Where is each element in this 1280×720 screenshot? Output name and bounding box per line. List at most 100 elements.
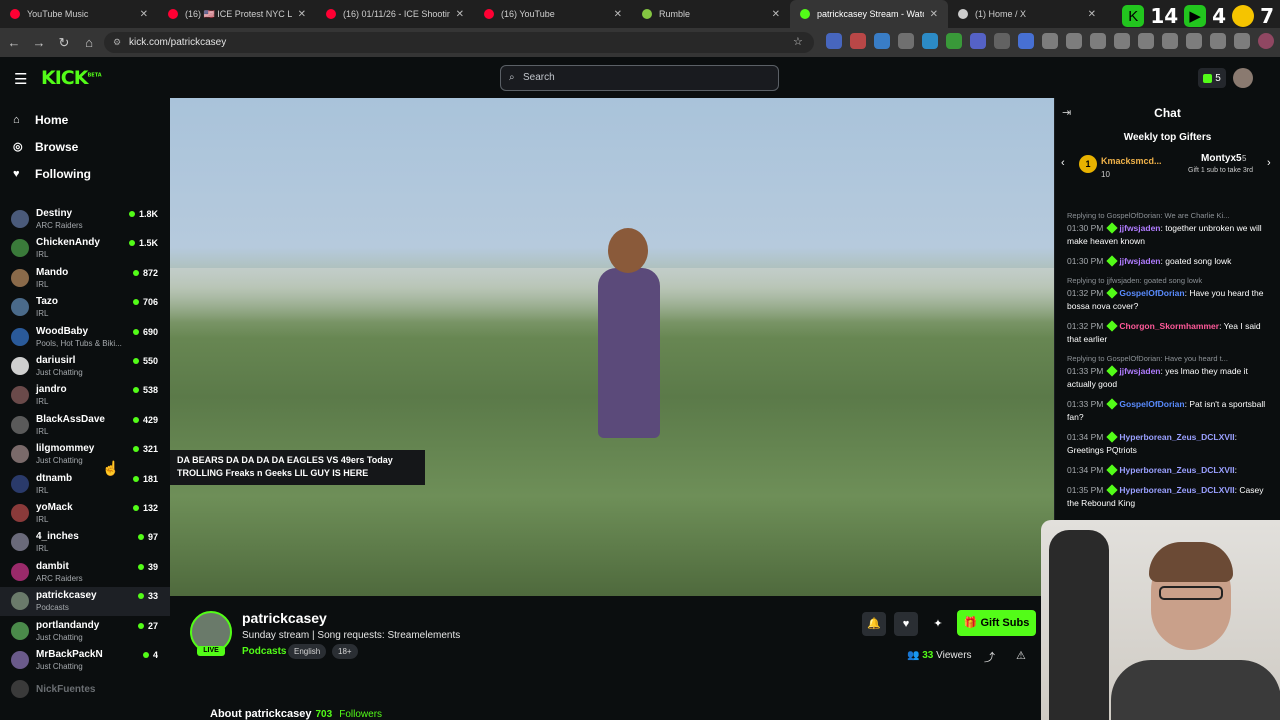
- reply-context[interactable]: Replying to GospelOfDorian: Have you hea…: [1067, 353, 1273, 364]
- sidebar-channel[interactable]: WoodBaby Pools, Hot Tubs & Biki... 690: [0, 323, 170, 352]
- extension-icon[interactable]: [922, 33, 938, 49]
- category-link[interactable]: Podcasts: [242, 646, 286, 657]
- gifter-name[interactable]: Montyx5: [1201, 153, 1242, 164]
- sidebar-channel[interactable]: ChickenAndy IRL 1.5K: [0, 234, 170, 263]
- extension-icon[interactable]: [1210, 33, 1226, 49]
- sidebar-channel[interactable]: MrBackPackN Just Chatting 4: [0, 646, 170, 675]
- sidebar-channel[interactable]: Destiny ARC Raiders 1.8K: [0, 205, 170, 234]
- browser-tab[interactable]: (1) Home / X ✕: [948, 0, 1106, 28]
- extension-icon[interactable]: [850, 33, 866, 49]
- follow-heart-button[interactable]: ♥: [894, 612, 918, 636]
- tag-language[interactable]: English: [288, 644, 327, 659]
- tag-age[interactable]: 18+: [332, 644, 358, 659]
- message-username[interactable]: jjfwsjaden: [1119, 256, 1160, 266]
- sidebar-nav-following[interactable]: ♥ Following: [0, 160, 170, 187]
- sidebar-channel[interactable]: patrickcasey Podcasts 33: [0, 587, 170, 617]
- extension-icon[interactable]: [898, 33, 914, 49]
- sparkle-button[interactable]: ✦: [926, 612, 950, 636]
- message-username[interactable]: GospelOfDorian: [1119, 288, 1184, 298]
- message-username[interactable]: Chorgon_Skormhammer: [1119, 321, 1219, 331]
- extension-icon[interactable]: [1018, 33, 1034, 49]
- user-avatar[interactable]: [1233, 68, 1253, 88]
- close-tab-icon[interactable]: ✕: [1088, 9, 1096, 20]
- collapse-chat-icon[interactable]: ⇥: [1062, 106, 1071, 119]
- sidebar-channel[interactable]: NickFuentes: [0, 675, 170, 704]
- extension-icon[interactable]: [994, 33, 1010, 49]
- extension-icon[interactable]: [1090, 33, 1106, 49]
- extension-icon[interactable]: [1234, 33, 1250, 49]
- extension-icon[interactable]: [970, 33, 986, 49]
- message-username[interactable]: Hyperborean_Zeus_DCLXVII: [1119, 465, 1234, 475]
- extension-icon[interactable]: [1042, 33, 1058, 49]
- extension-icon[interactable]: [1186, 33, 1202, 49]
- browser-tab[interactable]: patrickcasey Stream - Watch ✕: [790, 0, 948, 28]
- message-username[interactable]: jjfwsjaden: [1119, 223, 1160, 233]
- extension-icon[interactable]: [874, 33, 890, 49]
- extension-icon[interactable]: [1138, 33, 1154, 49]
- back-icon[interactable]: ←: [3, 35, 25, 50]
- close-tab-icon[interactable]: ✕: [298, 9, 306, 20]
- kick-extension-icon[interactable]: K: [1122, 5, 1145, 27]
- menu-icon[interactable]: ☰: [14, 70, 27, 88]
- compass-icon: ◎: [13, 141, 23, 153]
- channel-name[interactable]: patrickcasey: [242, 610, 327, 626]
- sidebar-channel[interactable]: lilgmommey Just Chatting 321: [0, 440, 170, 469]
- reload-icon[interactable]: ↻: [53, 35, 75, 51]
- kick-logo[interactable]: KICKBETA: [41, 67, 102, 89]
- gift-subs-button[interactable]: 🎁 Gift Subs: [957, 610, 1036, 636]
- sidebar-channel[interactable]: dtnamb IRL 181: [0, 470, 170, 499]
- gifter-name[interactable]: Kmacksmcd...: [1101, 156, 1162, 166]
- browser-tab[interactable]: (16) 🇺🇸 ICE Protest NYC LA Min ✕: [158, 0, 316, 28]
- bookmark-star-icon[interactable]: ☆: [793, 35, 803, 48]
- sidebar-nav-browse[interactable]: ◎ Browse: [0, 133, 170, 160]
- close-tab-icon[interactable]: ✕: [614, 9, 622, 20]
- sidebar-channel[interactable]: Tazo IRL 706: [0, 293, 170, 322]
- forward-icon[interactable]: →: [28, 35, 50, 50]
- reply-context[interactable]: Replying to GospelOfDorian: We are Charl…: [1067, 210, 1273, 221]
- browser-tab[interactable]: (16) YouTube ✕: [474, 0, 632, 28]
- home-button-icon[interactable]: ⌂: [78, 35, 100, 50]
- rumble-extension-icon[interactable]: ▶: [1184, 5, 1207, 27]
- profile-avatar-icon[interactable]: [1258, 33, 1274, 49]
- share-icon[interactable]: ⤴: [984, 649, 995, 665]
- browser-tab[interactable]: Rumble ✕: [632, 0, 790, 28]
- sidebar-channel[interactable]: yoMack IRL 132: [0, 499, 170, 528]
- search-input[interactable]: ⌕ Search: [500, 65, 779, 91]
- kick-points-badge[interactable]: 5: [1198, 68, 1226, 88]
- browser-tab[interactable]: (16) 01/11/26 - ICE Shooting Pr ✕: [316, 0, 474, 28]
- site-info-icon[interactable]: ⚙: [113, 32, 121, 53]
- browser-tab[interactable]: YouTube Music ✕: [0, 0, 158, 28]
- message-username[interactable]: jjfwsjaden: [1119, 366, 1160, 376]
- sidebar-channel[interactable]: dambit ARC Raiders 39: [0, 558, 170, 587]
- extension-icon[interactable]: [1066, 33, 1082, 49]
- message-username[interactable]: Hyperborean_Zeus_DCLXVII: [1119, 432, 1234, 442]
- channel-avatar: [11, 327, 29, 346]
- notification-bell-button[interactable]: 🔔: [862, 612, 886, 636]
- sidebar-channel[interactable]: Mando IRL 872: [0, 264, 170, 293]
- report-icon[interactable]: ⚠: [1016, 649, 1026, 662]
- sidebar-channel[interactable]: portlandandy Just Chatting 27: [0, 617, 170, 646]
- sidebar-channel[interactable]: BlackAssDave IRL 429: [0, 411, 170, 440]
- sidebar-channel[interactable]: dariusirl Just Chatting 550: [0, 352, 170, 381]
- next-arrow-icon[interactable]: ›: [1267, 157, 1271, 169]
- sidebar-nav-home[interactable]: ⌂ Home: [0, 106, 170, 133]
- sidebar-channel[interactable]: jandro IRL 538: [0, 381, 170, 410]
- close-tab-icon[interactable]: ✕: [140, 9, 148, 20]
- message-time: 01:30 PM: [1067, 223, 1104, 233]
- prev-arrow-icon[interactable]: ‹: [1061, 157, 1065, 169]
- message-username[interactable]: GospelOfDorian: [1119, 399, 1184, 409]
- video-player[interactable]: [170, 98, 1054, 596]
- extension-icon[interactable]: [1114, 33, 1130, 49]
- sidebar-channel[interactable]: 4_inches IRL 97: [0, 528, 170, 557]
- emoji-extension-icon[interactable]: [1232, 5, 1255, 27]
- message-username[interactable]: Hyperborean_Zeus_DCLXVII: [1119, 485, 1234, 495]
- close-tab-icon[interactable]: ✕: [930, 9, 938, 20]
- close-tab-icon[interactable]: ✕: [456, 9, 464, 20]
- extension-icon[interactable]: [946, 33, 962, 49]
- reply-context[interactable]: Replying to jjfwsjaden: goated song lowk: [1067, 275, 1273, 286]
- extension-icon[interactable]: [1162, 33, 1178, 49]
- url-field[interactable]: ⚙ kick.com/patrickcasey: [104, 32, 814, 53]
- about-heading: About patrickcasey 703 Followers: [210, 708, 382, 720]
- extension-icon[interactable]: [826, 33, 842, 49]
- close-tab-icon[interactable]: ✕: [772, 9, 780, 20]
